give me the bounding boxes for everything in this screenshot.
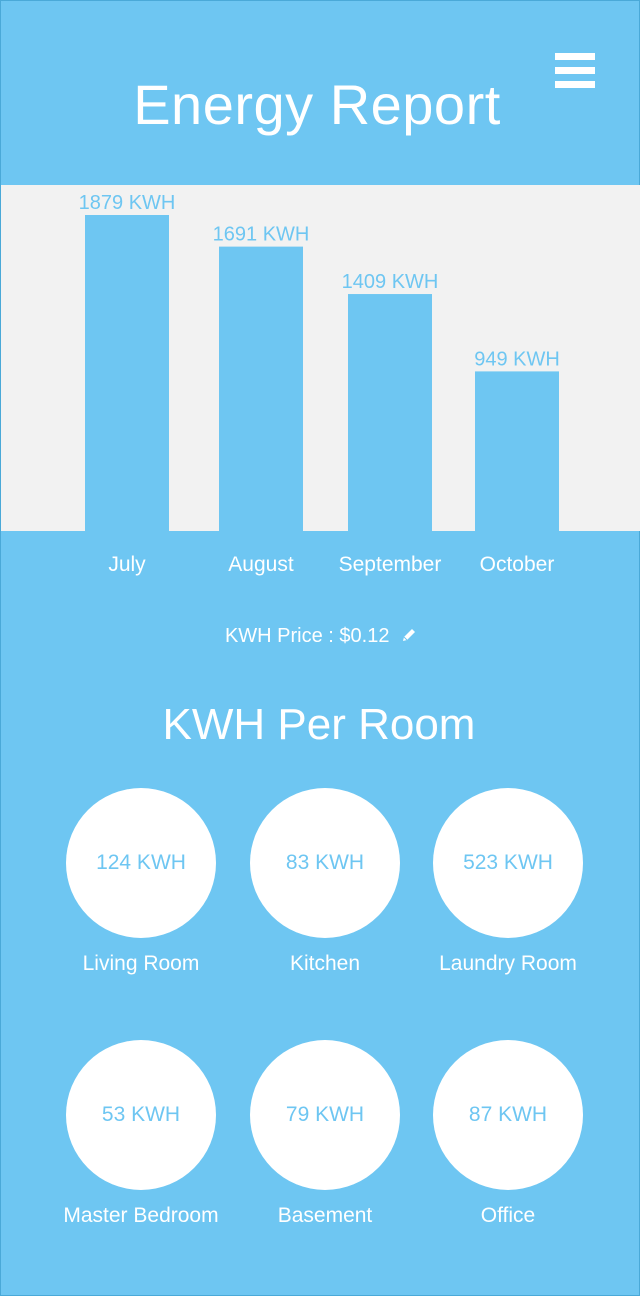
energy-report-screen: Energy Report 1879 KWH July 1691 KWH August…	[0, 0, 640, 1296]
monthly-energy-bar-chart: 1879 KWH July 1691 KWH August 1409 KWH Septem…	[79, 192, 560, 576]
month-tick-label: September	[339, 553, 442, 576]
room-kwh-value: 523 KWH	[433, 788, 583, 938]
bar-value-label: 1409 KWH	[342, 271, 439, 293]
room-kwh-value: 53 KWH	[66, 1040, 216, 1190]
room-kwh-value: 83 KWH	[250, 788, 400, 938]
bar-september[interactable]	[348, 294, 432, 531]
room-name: Basement	[277, 1204, 373, 1227]
bar-october[interactable]	[475, 371, 559, 531]
room-kwh-value: 79 KWH	[250, 1040, 400, 1190]
hamburger-menu-icon[interactable]	[555, 53, 595, 89]
kwh-price-label: KWH Price : $0.12	[224, 625, 390, 647]
rooms-section-title: KWH Per Room	[162, 700, 476, 749]
room-card-kitchen[interactable]: 83 KWH Kitchen	[235, 788, 415, 978]
month-tick-label: July	[108, 553, 146, 576]
room-card-master-bedroom[interactable]: 53 KWH Master Bedroom	[51, 1040, 231, 1230]
month-tick-label: October	[480, 553, 555, 576]
room-card-living-room[interactable]: 124 KWH Living Room	[51, 788, 231, 978]
menu-line	[555, 53, 595, 60]
page-title: Energy Report	[133, 73, 501, 136]
bar-august[interactable]	[219, 246, 303, 531]
bar-value-label: 949 KWH	[474, 348, 560, 370]
menu-line	[555, 67, 595, 74]
bar-value-label: 1691 KWH	[213, 224, 310, 246]
room-card-basement[interactable]: 79 KWH Basement	[235, 1040, 415, 1230]
month-tick-label: August	[228, 553, 294, 576]
room-name: Kitchen	[289, 952, 361, 975]
bar-july[interactable]	[85, 215, 169, 531]
pencil-icon[interactable]	[401, 624, 417, 650]
room-name: Office	[480, 1204, 536, 1227]
room-kwh-value: 124 KWH	[66, 788, 216, 938]
room-card-office[interactable]: 87 KWH Office	[418, 1040, 598, 1230]
room-name: Master Bedroom	[63, 1204, 219, 1227]
room-name: Living Room	[82, 952, 200, 975]
room-name: Laundry Room	[439, 952, 577, 975]
room-card-laundry-room[interactable]: 523 KWH Laundry Room	[418, 788, 598, 978]
kwh-price-row: KWH Price : $0.12	[1, 623, 640, 650]
bar-value-label: 1879 KWH	[79, 192, 176, 214]
menu-line	[555, 81, 595, 88]
room-kwh-value: 87 KWH	[433, 1040, 583, 1190]
